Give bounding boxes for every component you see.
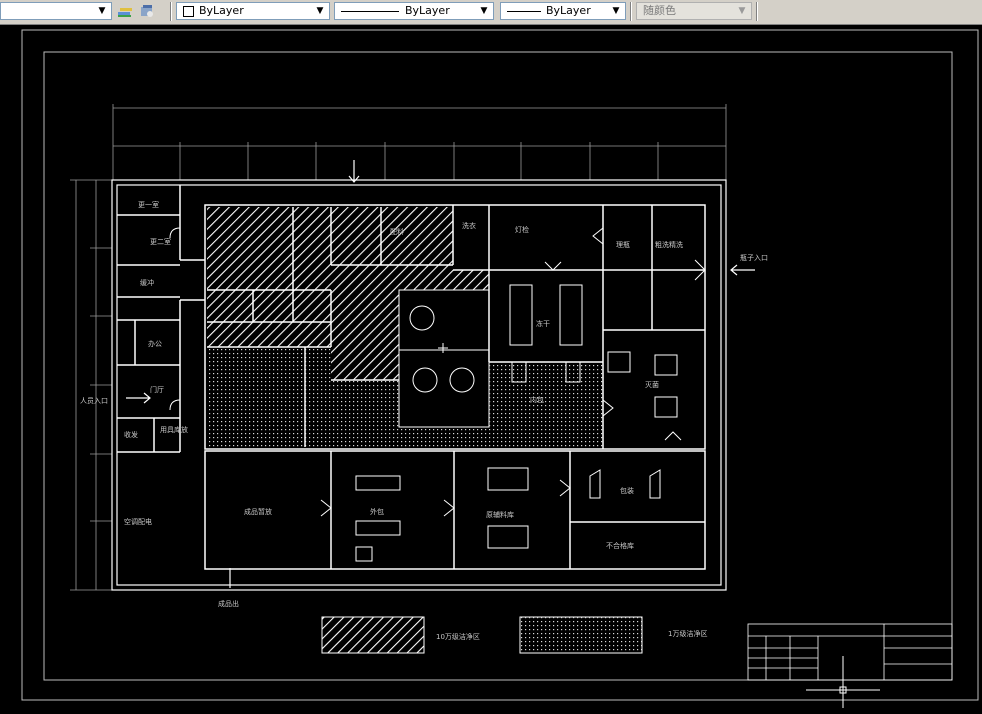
chevron-down-icon: ▼ (98, 6, 106, 16)
room-label: 冻干 (536, 319, 550, 328)
room-label: 门厅 (150, 385, 164, 394)
room-label: 用具库放 (160, 425, 188, 434)
color-dropdown-value: ByLayer (199, 4, 244, 17)
room-label: 内包 (530, 395, 544, 404)
room-label: 空调配电 (124, 517, 152, 526)
room-label: 收发 (124, 430, 138, 439)
layer-dropdown[interactable]: ▼ (0, 2, 112, 20)
chevron-down-icon: ▼ (480, 6, 488, 16)
room-label: 外包 (370, 507, 384, 516)
chevron-down-icon: ▼ (316, 6, 324, 16)
room-label: 不合格库 (606, 541, 634, 550)
plotstyle-dropdown-value: 随颜色 (643, 4, 676, 17)
plotstyle-dropdown[interactable]: 随颜色 ▼ (636, 2, 752, 20)
room-label: 成品出 (218, 599, 239, 608)
color-swatch-icon (183, 6, 194, 17)
linetype-preview-icon (341, 11, 399, 12)
room-label: 更二室 (150, 237, 171, 246)
lineweight-dropdown[interactable]: ByLayer ▼ (500, 2, 626, 20)
room-label: 灯检 (515, 225, 529, 234)
drawing-canvas[interactable]: 更一室 更二室 缓冲 办公 门厅 收发 用具库放 人员入口 空调配电 成品暂放 … (0, 24, 982, 710)
room-label: 原辅料库 (486, 510, 514, 519)
room-label: 缓冲 (140, 278, 154, 287)
layer-states-icon[interactable] (138, 3, 156, 20)
room-label: 洗衣 (462, 221, 476, 230)
lineweight-dropdown-value: ByLayer (546, 4, 591, 17)
room-label: 更一室 (138, 200, 159, 209)
legend-dotted-label: 1万级洁净区 (668, 629, 707, 638)
lineweight-preview-icon (507, 11, 541, 12)
room-label: 办公 (148, 339, 162, 348)
room-label: 配料 (390, 227, 404, 236)
floor-plan-drawing: 更一室 更二室 缓冲 办公 门厅 收发 用具库放 人员入口 空调配电 成品暂放 … (21, 29, 979, 708)
room-label: 理瓶 (616, 240, 630, 249)
layer-previous-icon[interactable] (116, 3, 134, 20)
title-block (747, 623, 953, 681)
properties-toolbar: ▼ ByLayer ▼ ByLayer ▼ ByLayer ▼ 随颜色 ▼ (0, 0, 982, 25)
room-label: 瓶子入口 (740, 253, 768, 262)
room-label: 人员入口 (80, 397, 108, 405)
color-dropdown[interactable]: ByLayer ▼ (176, 2, 330, 20)
linetype-dropdown[interactable]: ByLayer ▼ (334, 2, 494, 20)
room-label: 灭菌 (645, 380, 659, 389)
legend: 10万级洁净区 1万级洁净区 (321, 616, 707, 654)
legend-hatched-label: 10万级洁净区 (436, 632, 480, 641)
room-label: 包装 (620, 486, 634, 495)
room-label: 粗洗精洗 (655, 240, 683, 249)
room-label: 成品暂放 (244, 507, 272, 516)
linetype-dropdown-value: ByLayer (405, 4, 450, 17)
chevron-down-icon: ▼ (612, 6, 620, 16)
chevron-down-icon: ▼ (738, 6, 746, 16)
